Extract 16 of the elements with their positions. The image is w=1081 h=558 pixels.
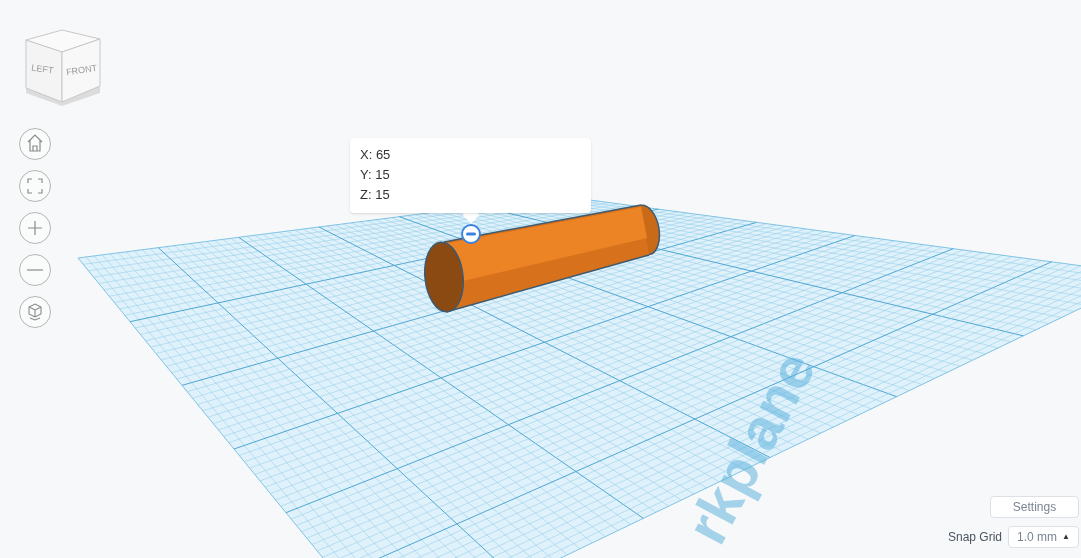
zoom-in-icon <box>27 220 43 236</box>
snap-grid-label: Snap Grid <box>947 529 1002 546</box>
settings-button[interactable]: Settings <box>990 496 1079 518</box>
zoom-out-button[interactable] <box>19 254 51 286</box>
cube-icon <box>27 304 43 320</box>
fit-view-icon <box>27 178 43 194</box>
coordinate-text: Y: 15 <box>360 166 391 184</box>
fit-view-button[interactable] <box>19 170 51 202</box>
zoom-in-button[interactable] <box>19 212 51 244</box>
coordinate-text: X: 65 <box>360 146 392 164</box>
coordinate-text: Z: 15 <box>360 186 391 204</box>
snap-grid-dropdown[interactable]: 1.0 mm ▲ <box>1008 526 1079 548</box>
caret-icon: ▲ <box>1062 531 1070 543</box>
home-button[interactable] <box>19 128 51 160</box>
home-icon <box>27 136 43 152</box>
cube-button[interactable] <box>19 296 51 328</box>
